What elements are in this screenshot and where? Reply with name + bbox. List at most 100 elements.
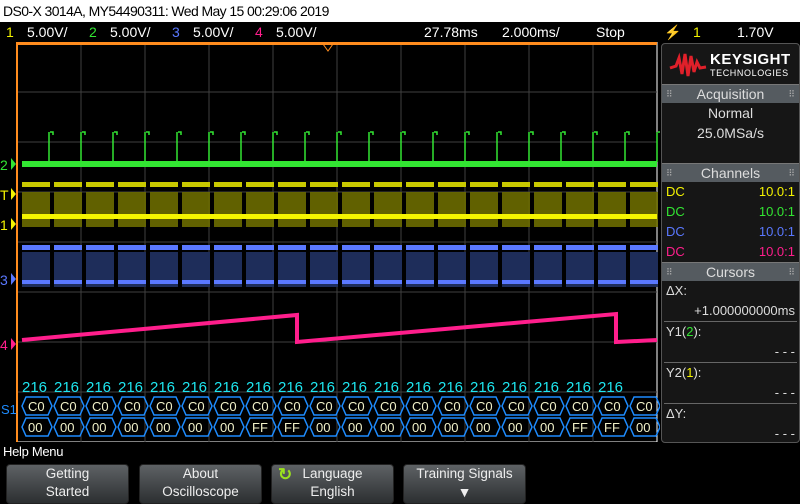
y1-end: ): (693, 324, 702, 339)
ch3-number[interactable]: 3 (172, 22, 180, 42)
sample-rate: 25.0MSa/s (697, 125, 764, 141)
ch1-burst (534, 192, 562, 227)
ch3-burst-bottom (534, 280, 562, 284)
ch3-burst-top (182, 245, 210, 250)
ch4-scale[interactable]: 5.00V/ (276, 22, 316, 42)
delta-x-label: ΔX: (666, 283, 687, 298)
trigger-level[interactable]: 1.70V (737, 22, 774, 42)
ch3-burst-top (54, 245, 82, 250)
ch1-burst (150, 192, 178, 227)
ch3-burst-top (86, 245, 114, 250)
label-line2: Started (45, 484, 90, 499)
ch4-number[interactable]: 4 (255, 22, 263, 42)
channel-3-row: DC 10.0:1 (662, 222, 799, 242)
ch1-burst-top (246, 182, 274, 187)
ch2-pulse (560, 131, 566, 162)
ch3-burst-bottom (438, 280, 466, 284)
decode-value: C0 (220, 399, 237, 414)
ch1-burst (86, 192, 114, 227)
ch3-arrow-icon (11, 273, 16, 285)
ch2-pulse (496, 131, 502, 162)
ch2-pulse (656, 131, 660, 162)
side-panel: KEYSIGHT TECHNOLOGIES Acquisition Normal… (661, 43, 800, 443)
ch1-burst-top (214, 182, 242, 187)
horizontal-delay[interactable]: 27.78ms (424, 22, 478, 42)
rotate-knob-icon: ↻ (278, 465, 293, 484)
ch3-burst-bottom (630, 280, 658, 284)
brand-sub: TECHNOLOGIES (710, 68, 789, 78)
keysight-wave-icon (669, 52, 707, 77)
ch2-number[interactable]: 2 (89, 22, 97, 42)
run-state[interactable]: Stop (596, 22, 625, 42)
ch3-burst-top (438, 245, 466, 250)
ch1-burst-top (406, 182, 434, 187)
ch3-burst-top (406, 245, 434, 250)
decode-value: C0 (188, 399, 205, 414)
ch2-pulse (112, 131, 118, 162)
trigger-position-marker (322, 43, 334, 52)
channel-1-row: DC 10.0:1 (662, 182, 799, 202)
decode-label: 216 (438, 379, 463, 396)
trigger-source[interactable]: 1 (693, 22, 701, 42)
ch3-marker: 3 (0, 272, 8, 288)
ch3-burst-bottom (214, 280, 242, 284)
decode-value: C0 (604, 399, 621, 414)
ch3-burst-bottom (502, 280, 530, 284)
decode-label: 216 (246, 379, 271, 396)
ch3-burst-bottom (566, 280, 594, 284)
decode-value: 00 (636, 420, 650, 435)
ch3-burst-top (150, 245, 178, 250)
ch1-scale[interactable]: 5.00V/ (27, 22, 67, 42)
waveform-display[interactable]: 2 T 1 3 4 S1 216 216 216 216 216 216 216 216 216 216 216… (0, 42, 660, 442)
ch1-burst (246, 192, 274, 227)
ch3-burst-bottom (182, 280, 210, 284)
ch1-burst-top (630, 182, 658, 187)
ch1-burst (598, 192, 626, 227)
decode-value: C0 (444, 399, 461, 414)
decode-value: C0 (92, 399, 109, 414)
decode-label: 216 (118, 379, 143, 396)
ch3-burst-top (598, 245, 626, 250)
ch1-number[interactable]: 1 (6, 22, 14, 42)
ch3-burst-top (502, 245, 530, 250)
decode-value: 00 (220, 420, 234, 435)
ch1-burst (374, 192, 402, 227)
ch3-scale[interactable]: 5.00V/ (193, 22, 233, 42)
decode-value: C0 (156, 399, 173, 414)
ch1-burst (214, 192, 242, 227)
decode-value: 00 (476, 420, 490, 435)
ch3-burst-top (310, 245, 338, 250)
ch4-arrow-icon (11, 338, 16, 350)
training-signals-button[interactable]: Training Signals ▼ (403, 464, 526, 504)
decode-label: 216 (566, 379, 591, 396)
ch3-burst-bottom (310, 280, 338, 284)
ch3-burst-bottom (374, 280, 402, 284)
ch1-burst-top (566, 182, 594, 187)
ch2-arrow-icon (11, 158, 16, 170)
getting-started-button[interactable]: Getting Started (6, 464, 129, 504)
ch1-burst-top (150, 182, 178, 187)
ch1-burst (118, 192, 146, 227)
ch2-trace (22, 161, 657, 167)
brand-name: KEYSIGHT (710, 51, 791, 68)
timebase[interactable]: 2.000ms/ (502, 22, 560, 42)
ch1-burst (502, 192, 530, 227)
y1-value: - - - (774, 344, 795, 359)
acquisition-header[interactable]: Acquisition (662, 84, 799, 103)
ch2-pulse (272, 131, 278, 162)
ch1-burst-top (470, 182, 498, 187)
decode-value: FF (572, 420, 588, 435)
coupling: DC (666, 224, 685, 239)
about-oscilloscope-button[interactable]: About Oscilloscope (139, 464, 262, 504)
ch2-scale[interactable]: 5.00V/ (110, 22, 150, 42)
ch1-burst (310, 192, 338, 227)
decode-label: 216 (342, 379, 367, 396)
y1-label: Y1(2): (662, 322, 799, 342)
decode-value: C0 (284, 399, 301, 414)
channels-header[interactable]: Channels (662, 163, 799, 182)
cursors-header[interactable]: Cursors (662, 262, 799, 281)
ch2-pulse (176, 131, 182, 162)
language-button[interactable]: ↻ Language English (271, 464, 394, 504)
ch3-burst-bottom (54, 280, 82, 284)
ch3-burst-top (534, 245, 562, 250)
